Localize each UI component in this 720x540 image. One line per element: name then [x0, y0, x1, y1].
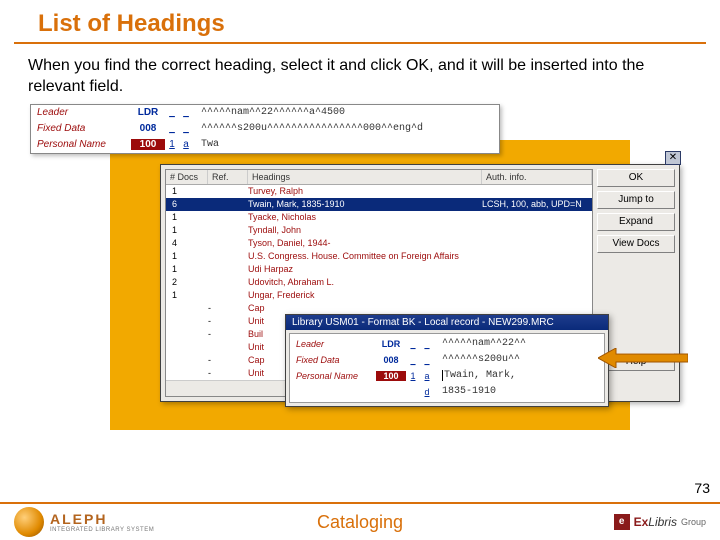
col-auth[interactable]: Auth. info.	[482, 170, 592, 184]
footer-title: Cataloging	[0, 512, 720, 533]
table-row[interactable]: 2Udovitch, Abraham L.	[166, 276, 592, 289]
page-number: 73	[694, 480, 710, 496]
table-row[interactable]: 1Turvey, Ralph	[166, 185, 592, 198]
screenshot-stage: Leader LDR __ ^^^^^nam^^22^^^^^^a^4500 F…	[30, 104, 690, 444]
marc-indicator: 1	[406, 371, 420, 381]
marc-label: Personal Name	[290, 371, 376, 381]
marc-label: Leader	[290, 339, 376, 349]
marc-tag: LDR	[131, 107, 165, 118]
col-docs[interactable]: # Docs	[166, 170, 208, 184]
marc-value: ^^^^^nam^^22^^	[434, 338, 526, 349]
table-header: # Docs Ref. Headings Auth. info.	[166, 170, 592, 185]
view-docs-button[interactable]: View Docs	[597, 235, 675, 253]
marc-editor-top: Leader LDR __ ^^^^^nam^^22^^^^^^a^4500 F…	[30, 104, 500, 154]
table-row[interactable]: 1Udi Harpaz	[166, 263, 592, 276]
col-ref[interactable]: Ref.	[208, 170, 248, 184]
marc-label-fixed: Fixed Data	[31, 123, 131, 134]
marc-value: ^^^^^^s200u^^^^^^^^^^^^^^^^000^^eng^d	[193, 123, 423, 134]
marc-tag: 008	[131, 123, 165, 134]
marc-value: ^^^^^nam^^22^^^^^^a^4500	[193, 107, 345, 118]
ok-button[interactable]: OK	[597, 169, 675, 187]
marc-subfield: d	[420, 387, 434, 397]
inserted-heading-value[interactable]: Twain, Mark,	[434, 370, 516, 381]
marc-tag: LDR	[376, 339, 406, 349]
table-row[interactable]: 1Tyndall, John	[166, 224, 592, 237]
marc-label: Fixed Data	[290, 355, 376, 365]
detail-titlebar: Library USM01 - Format BK - Local record…	[286, 315, 608, 330]
arrow-callout-icon	[598, 348, 688, 368]
instruction-text: When you find the correct heading, selec…	[0, 50, 720, 104]
marc-indicator: 1	[165, 139, 179, 150]
marc-label-personal: Personal Name	[31, 139, 131, 150]
table-row[interactable]: 6Twain, Mark, 1835-1910LCSH, 100, abb, U…	[166, 198, 592, 211]
table-row[interactable]: 1Ungar, Frederick	[166, 289, 592, 302]
expand-button[interactable]: Expand	[597, 213, 675, 231]
marc-value: 1835-1910	[434, 386, 496, 397]
record-detail-window: Library USM01 - Format BK - Local record…	[285, 314, 609, 407]
marc-tag: 008	[376, 355, 406, 365]
marc-value[interactable]: Twa	[193, 139, 219, 150]
marc-subfield: a	[179, 139, 193, 150]
marc-value: ^^^^^^s200u^^	[434, 354, 520, 365]
jump-to-button[interactable]: Jump to	[597, 191, 675, 209]
footer: ALEPH INTEGRATED LIBRARY SYSTEM Catalogi…	[0, 502, 720, 540]
col-headings[interactable]: Headings	[248, 170, 482, 184]
marc-tag-selected: 100	[131, 139, 165, 150]
close-icon[interactable]: ✕	[665, 151, 681, 165]
marc-tag-selected: 100	[376, 371, 406, 381]
table-row[interactable]: 1Tyacke, Nicholas	[166, 211, 592, 224]
table-row[interactable]: 1U.S. Congress. House. Committee on Fore…	[166, 250, 592, 263]
table-row[interactable]: 4Tyson, Daniel, 1944-	[166, 237, 592, 250]
marc-label-leader: Leader	[31, 107, 131, 118]
slide-title: List of Headings	[14, 0, 706, 44]
marc-subfield: a	[420, 371, 434, 381]
